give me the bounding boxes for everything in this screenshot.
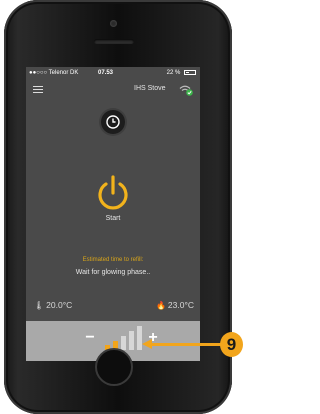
decrease-button[interactable]: − xyxy=(81,327,99,349)
battery-icon xyxy=(184,69,196,75)
thermometer-icon: 🌡 xyxy=(34,301,45,310)
status-time: 07.53 xyxy=(98,70,114,76)
power-button[interactable] xyxy=(94,175,132,213)
earpiece-speaker xyxy=(94,39,134,44)
power-level-bar xyxy=(121,336,126,350)
target-temperature: 🔥 23.0°C xyxy=(156,300,194,310)
current-temp-value: 20.0°C xyxy=(46,300,73,310)
target-temp-value: 23.0°C xyxy=(167,300,194,310)
hamburger-icon[interactable] xyxy=(33,86,43,94)
phase-status-text: Wait for glowing phase.. xyxy=(75,269,151,276)
clock-icon xyxy=(106,115,120,129)
device-name: IHS Stove xyxy=(134,85,166,92)
current-temperature: 🌡 20.0°C xyxy=(34,300,72,310)
power-icon xyxy=(98,175,128,210)
wifi-icon[interactable] xyxy=(179,83,193,96)
timer-button[interactable] xyxy=(101,110,125,134)
callout-number-badge: 9 xyxy=(220,332,243,357)
front-camera xyxy=(110,20,117,27)
callout-arrow-icon xyxy=(142,339,152,349)
app-screen: ●●○○○ Telenor DK 07.53 22 % IHS Stove St… xyxy=(26,67,200,361)
flame-icon: 🔥 xyxy=(155,301,166,310)
battery-status: 22 % xyxy=(167,67,196,79)
start-label: Start xyxy=(105,215,121,222)
phone-frame: ●●○○○ Telenor DK 07.53 22 % IHS Stove St… xyxy=(4,0,232,414)
callout-line xyxy=(150,343,222,346)
carrier-label: ●●○○○ Telenor DK xyxy=(29,70,79,76)
home-button[interactable] xyxy=(95,348,133,386)
status-bar: ●●○○○ Telenor DK 07.53 22 % xyxy=(26,67,200,79)
power-level-bar xyxy=(129,331,134,350)
refill-estimate-label: Estimated time to refill: xyxy=(82,257,144,263)
battery-percent: 22 % xyxy=(166,70,181,76)
